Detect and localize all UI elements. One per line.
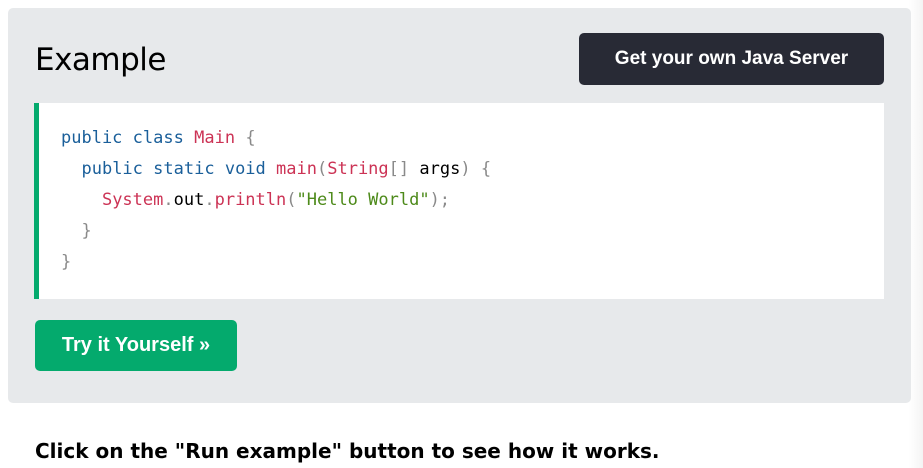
code-panel: public class Main { public static void m… [34,103,884,299]
code-argument: args [419,159,461,179]
code-field-name: out [173,190,205,210]
code-string-literal: "Hello World" [296,190,430,210]
code-type-name: String [327,159,389,179]
code-object-name: System [101,190,164,210]
code-punctuation: { [245,128,256,148]
code-keyword: public [61,128,123,148]
code-punctuation: ); [429,190,451,210]
code-keyword: void [224,159,266,179]
code-punctuation: . [163,190,174,210]
code-line-5: } [61,251,71,273]
code-punctuation: ) [460,159,471,179]
code-keyword: class [132,128,184,148]
scrollbar-edge [909,0,923,468]
example-title: Example [35,42,167,78]
code-punctuation: } [81,221,92,241]
code-keyword: static [153,159,215,179]
code-method-name: println [214,190,287,210]
code-punctuation: { [480,159,492,179]
code-line-3: System.out.println("Hello World"); [61,189,450,211]
page: Example Get your own Java Server public … [0,0,923,468]
code-class-name: Main [194,128,236,148]
code-punctuation: [] [388,159,410,179]
code-method-name: main [276,159,317,179]
get-java-server-button[interactable]: Get your own Java Server [579,33,884,85]
code-punctuation: ( [316,159,328,179]
code-line-1: public class Main { [61,127,256,149]
instruction-text: Click on the "Run example" button to see… [35,439,660,463]
code-keyword: public [81,159,143,179]
code-punctuation: ( [286,190,297,210]
example-card: Example Get your own Java Server public … [8,8,911,403]
code-line-4: } [61,220,92,242]
try-it-yourself-button[interactable]: Try it Yourself » [35,320,237,371]
code-punctuation: } [61,252,72,272]
code-punctuation: . [204,190,215,210]
code-line-2: public static void main(String[] args) { [61,158,491,180]
